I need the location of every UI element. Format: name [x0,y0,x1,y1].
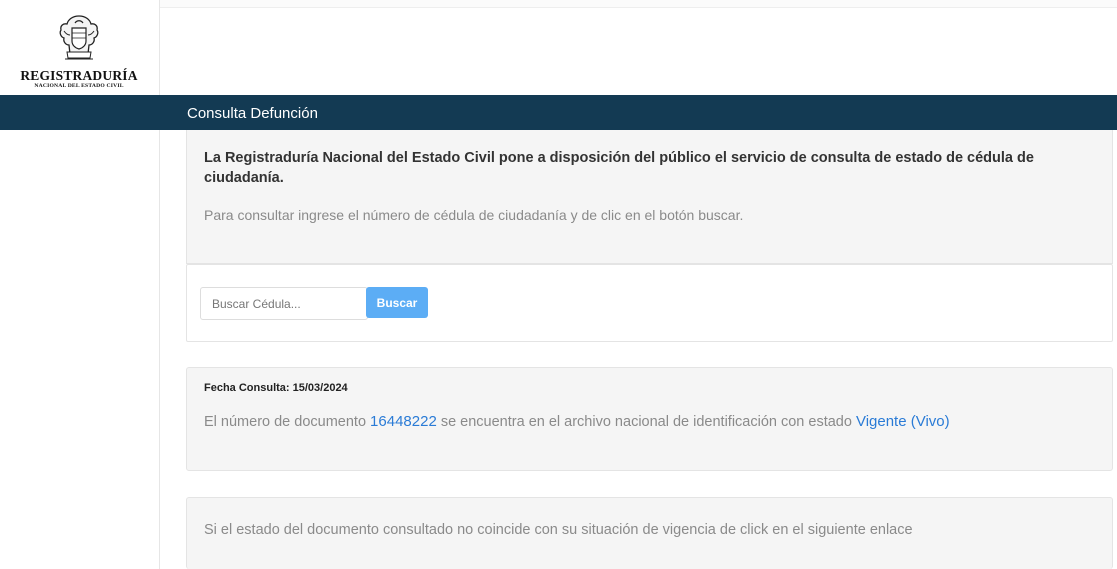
notice-text: Si el estado del documento consultado no… [204,522,913,538]
page-title: Consulta Defunción [187,105,318,122]
search-input[interactable] [200,287,368,320]
logo-title: REGISTRADURÍA [20,68,138,83]
intro-text: La Registraduría Nacional del Estado Civ… [204,150,1034,186]
result-text: El número de documento 16448222 se encue… [204,413,950,430]
logo-subtitle: NACIONAL DEL ESTADO CIVIL [34,83,124,89]
search-card: Buscar [186,264,1113,342]
result-prefix: El número de documento [204,414,367,430]
notice-panel: Si el estado del documento consultado no… [186,497,1113,569]
document-number: 16448222 [370,413,437,430]
navbar: Consulta Defunción [0,95,1117,130]
notice-link[interactable]: enlace [870,522,913,538]
result-panel: Fecha Consulta: 15/03/2024 El número de … [186,367,1113,471]
top-bar [120,0,1117,8]
sidebar-header: REGISTRADURÍA NACIONAL DEL ESTADO CIVIL [0,0,160,95]
intro-panel: La Registraduría Nacional del Estado Civ… [186,130,1113,264]
search-button[interactable]: Buscar [366,287,428,318]
status-value: Vigente (Vivo) [855,413,950,430]
coat-of-arms-icon [59,15,99,60]
registraduria-logo[interactable]: REGISTRADURÍA NACIONAL DEL ESTADO CIVIL [4,14,154,90]
sidebar [0,130,160,569]
query-date: Fecha Consulta: 15/03/2024 [204,382,348,394]
result-middle: se encuentra en el archivo nacional de i… [440,414,852,430]
notice-message: Si el estado del documento consultado no… [204,522,866,538]
intro-help-text: Para consultar ingrese el número de cédu… [204,207,744,223]
